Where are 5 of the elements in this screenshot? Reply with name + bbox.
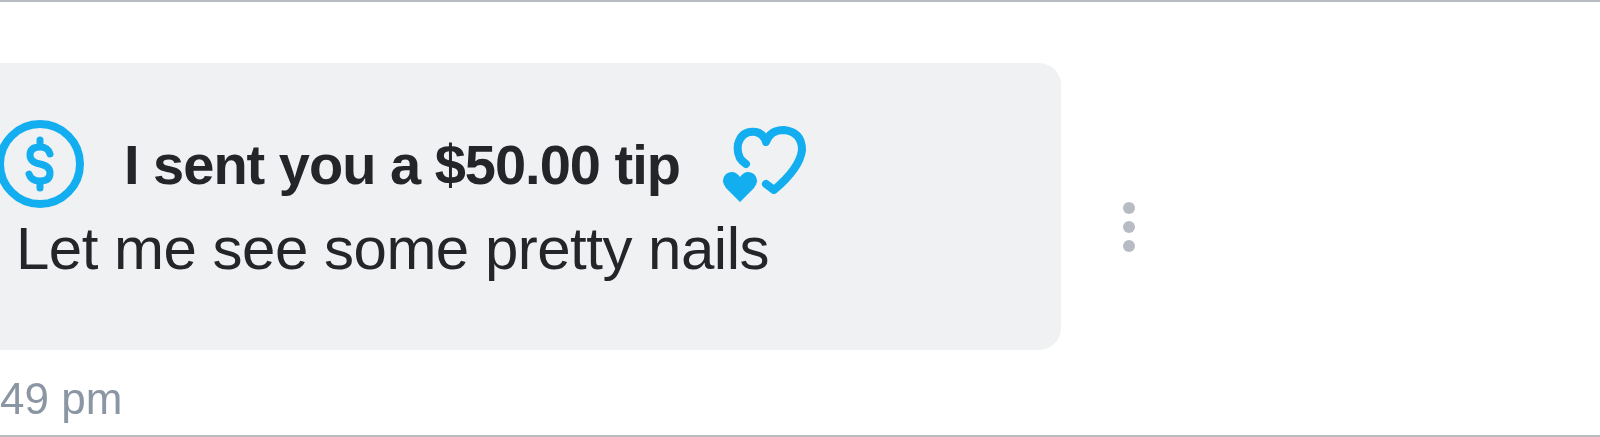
tip-title: I sent you a $50.00 tip xyxy=(124,131,680,197)
dollar-icon xyxy=(0,118,86,210)
message-text: Let me see some pretty nails xyxy=(16,214,771,283)
more-options-icon[interactable] xyxy=(1121,199,1137,254)
message-time: 49 pm xyxy=(0,374,124,424)
